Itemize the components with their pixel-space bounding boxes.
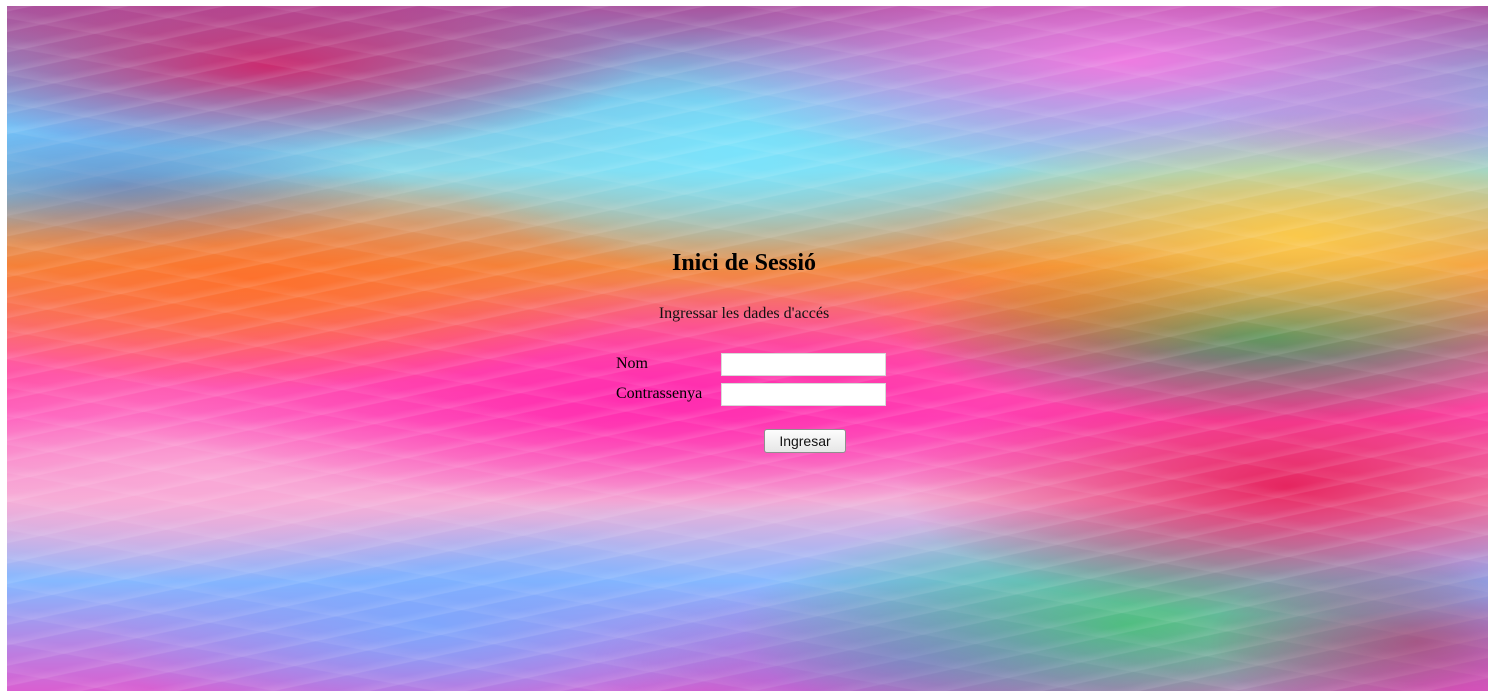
page-title: Inici de Sessió <box>671 250 817 276</box>
name-row: Nom <box>616 349 886 379</box>
page-subtitle: Ingressar les dades d'accés <box>658 305 830 322</box>
submit-button[interactable]: Ingresar <box>764 429 846 453</box>
password-row: Contrassenya <box>616 379 886 409</box>
password-label: Contrassenya <box>616 385 703 402</box>
name-input[interactable] <box>721 352 886 376</box>
name-label: Nom <box>616 355 648 372</box>
password-input[interactable] <box>721 382 886 406</box>
login-panel: Inici de Sessió Ingressar les dades d'ac… <box>0 0 1488 691</box>
login-form: Nom Contrassenya <box>616 349 886 409</box>
